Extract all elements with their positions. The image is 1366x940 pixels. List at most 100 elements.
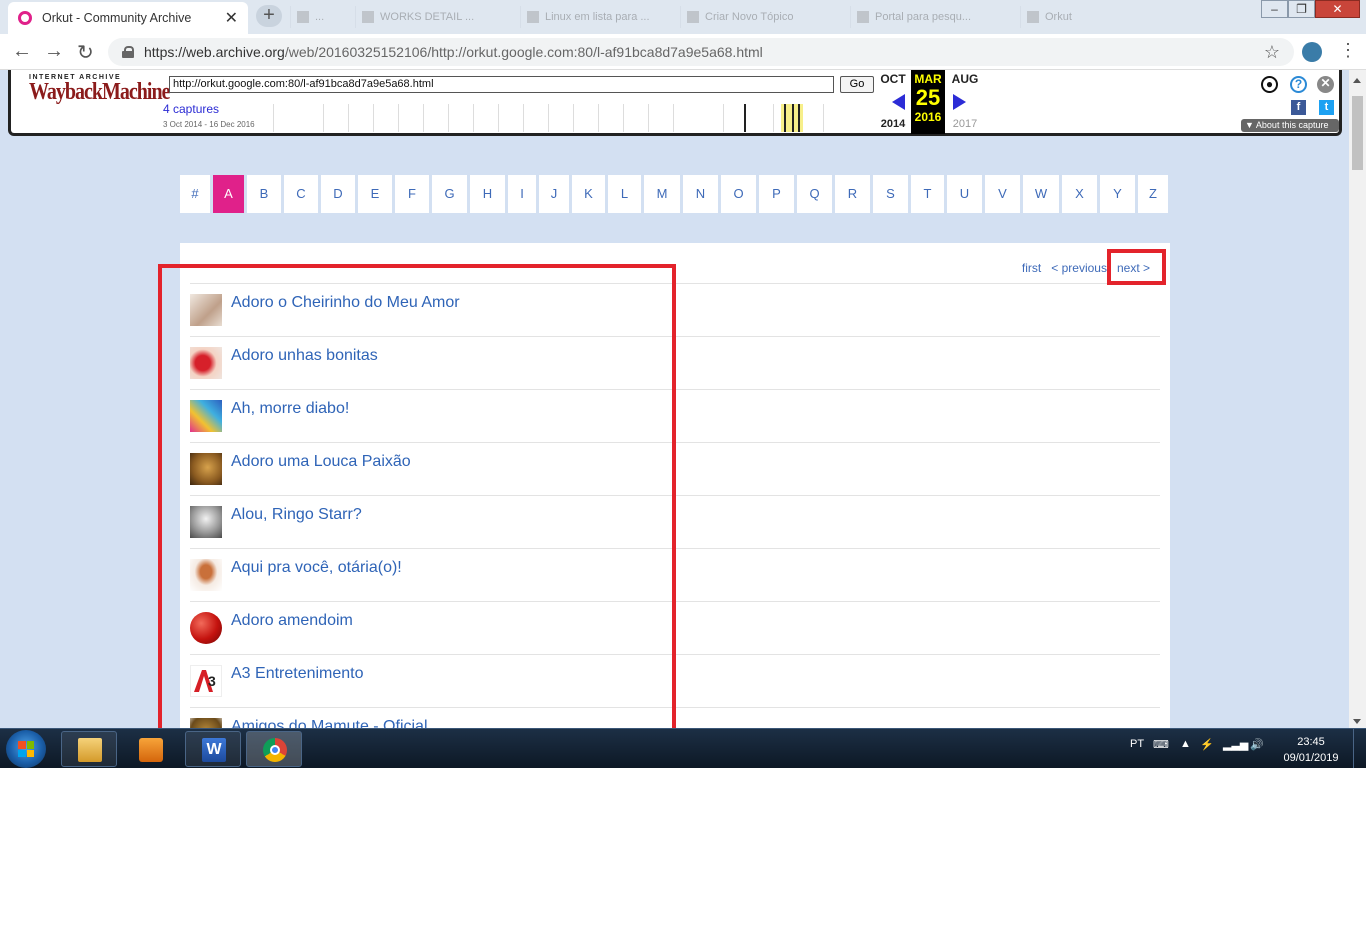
maximize-button[interactable]: ❐: [1288, 0, 1315, 18]
keyboard-icon[interactable]: ⌨: [1153, 738, 1169, 751]
letter-o[interactable]: O: [721, 175, 756, 213]
letter-n[interactable]: N: [683, 175, 718, 213]
sparkline-year: [624, 104, 649, 132]
power-icon[interactable]: ⚡: [1200, 738, 1214, 751]
back-arrow-icon[interactable]: ←: [12, 40, 32, 63]
sparkline-year: [574, 104, 599, 132]
minimize-button[interactable]: –: [1261, 0, 1288, 18]
lock-icon: [122, 46, 134, 58]
letter-l[interactable]: L: [608, 175, 641, 213]
network-signal-icon[interactable]: ▂▃▅: [1223, 738, 1248, 751]
next-month-label[interactable]: AUG: [948, 72, 982, 86]
close-window-button[interactable]: ✕: [1315, 0, 1360, 18]
letter-q[interactable]: Q: [797, 175, 832, 213]
capture-sparkline[interactable]: [273, 104, 848, 132]
letter-g[interactable]: G: [432, 175, 467, 213]
wayback-go-button[interactable]: Go: [840, 76, 874, 93]
tab-orkut[interactable]: Orkut - Community Archive ✕: [8, 2, 248, 34]
letter-z[interactable]: Z: [1138, 175, 1168, 213]
screen: Orkut - Community Archive ✕ + ... WORKS …: [0, 0, 1366, 768]
taskbar-word[interactable]: W: [185, 731, 241, 767]
letter-m[interactable]: M: [644, 175, 680, 213]
letter-v[interactable]: V: [985, 175, 1020, 213]
sparkline-year: [599, 104, 624, 132]
letter-u[interactable]: U: [947, 175, 982, 213]
taskbar-explorer[interactable]: [61, 731, 117, 767]
word-icon: W: [202, 738, 226, 762]
prev-month-label[interactable]: OCT: [876, 72, 910, 86]
scroll-down-icon[interactable]: [1353, 719, 1361, 724]
next-capture-arrow-icon[interactable]: [953, 94, 966, 110]
profile-avatar[interactable]: [1302, 42, 1322, 62]
background-tab[interactable]: Orkut: [1020, 6, 1155, 28]
reload-icon[interactable]: ↻: [77, 40, 94, 65]
folder-icon: [78, 738, 102, 762]
bookmark-star-icon[interactable]: ☆: [1264, 42, 1280, 63]
sparkline-year: [549, 104, 574, 132]
letter-p[interactable]: P: [759, 175, 794, 213]
letter-x[interactable]: X: [1062, 175, 1097, 213]
close-tab-icon[interactable]: ✕: [225, 8, 238, 28]
letter-e[interactable]: E: [358, 175, 392, 213]
letter-r[interactable]: R: [835, 175, 870, 213]
letter-h[interactable]: H: [470, 175, 505, 213]
user-icon[interactable]: ●: [1261, 76, 1278, 93]
background-tab[interactable]: Linux em lista para ...: [520, 6, 655, 28]
letter-w[interactable]: W: [1023, 175, 1059, 213]
letter-a[interactable]: A: [213, 175, 244, 213]
close-icon[interactable]: ✕: [1317, 76, 1334, 93]
letter-k[interactable]: K: [572, 175, 605, 213]
sparkline-year: [424, 104, 449, 132]
letter-y[interactable]: Y: [1100, 175, 1135, 213]
orkut-favicon-icon: [18, 11, 32, 25]
start-button[interactable]: [6, 730, 46, 768]
scroll-up-icon[interactable]: [1353, 78, 1361, 83]
forward-arrow-icon[interactable]: →: [44, 40, 64, 63]
scrollbar-thumb[interactable]: [1352, 96, 1363, 170]
letter-d[interactable]: D: [321, 175, 355, 213]
taskbar-media-player[interactable]: [122, 731, 178, 767]
about-capture-button[interactable]: ▼ About this capture: [1241, 119, 1339, 132]
letter-f[interactable]: F: [395, 175, 429, 213]
letter-t[interactable]: T: [911, 175, 944, 213]
previous-page-link[interactable]: < previous: [1051, 261, 1107, 275]
favicon-icon: [1027, 11, 1039, 23]
wayback-logo[interactable]: INTERNET ARCHIVE WaybackMachine: [29, 74, 170, 105]
facebook-icon[interactable]: f: [1291, 100, 1306, 115]
sparkline-year: [649, 104, 674, 132]
captures-link[interactable]: 4 captures: [163, 102, 219, 116]
prev-year-label[interactable]: 2014: [876, 118, 910, 130]
letter-c[interactable]: C: [284, 175, 318, 213]
first-page-link[interactable]: first: [1022, 261, 1041, 275]
letter-b[interactable]: B: [247, 175, 281, 213]
background-tab[interactable]: WORKS DETAIL ...: [355, 6, 490, 28]
letter-s[interactable]: S: [873, 175, 908, 213]
sparkline-year: [674, 104, 724, 132]
twitter-icon[interactable]: t: [1319, 100, 1334, 115]
browser-tab-strip: Orkut - Community Archive ✕ + ... WORKS …: [0, 0, 1366, 34]
sparkline-year: [399, 104, 424, 132]
taskbar-chrome[interactable]: [246, 731, 302, 767]
show-desktop-button[interactable]: [1353, 729, 1366, 768]
sparkline-year: [449, 104, 474, 132]
menu-kebab-icon[interactable]: ⋮: [1339, 40, 1357, 61]
show-hidden-icons-icon[interactable]: ▲: [1180, 738, 1191, 750]
new-tab-button[interactable]: +: [256, 5, 282, 27]
letter-hash[interactable]: #: [180, 175, 210, 213]
background-tab[interactable]: Criar Novo Tópico: [680, 6, 815, 28]
prev-capture-arrow-icon[interactable]: [892, 94, 905, 110]
sparkline-year: [499, 104, 524, 132]
url-text[interactable]: https://web.archive.org/web/201603251521…: [144, 44, 1264, 60]
address-bar[interactable]: https://web.archive.org/web/201603251521…: [108, 38, 1294, 66]
help-icon[interactable]: ?: [1290, 76, 1307, 93]
wayback-url-input[interactable]: http://orkut.google.com:80/l-af91bca8d7a…: [169, 76, 834, 93]
letter-j[interactable]: J: [539, 175, 569, 213]
page-scrollbar[interactable]: [1349, 70, 1366, 728]
background-tab[interactable]: Portal para pesqu...: [850, 6, 985, 28]
volume-icon[interactable]: 🔊: [1250, 738, 1264, 751]
language-indicator[interactable]: PT: [1130, 738, 1144, 750]
favicon-icon: [362, 11, 374, 23]
letter-i[interactable]: I: [508, 175, 536, 213]
system-clock[interactable]: 23:45 09/01/2019: [1278, 734, 1344, 766]
sparkline-year: [324, 104, 349, 132]
